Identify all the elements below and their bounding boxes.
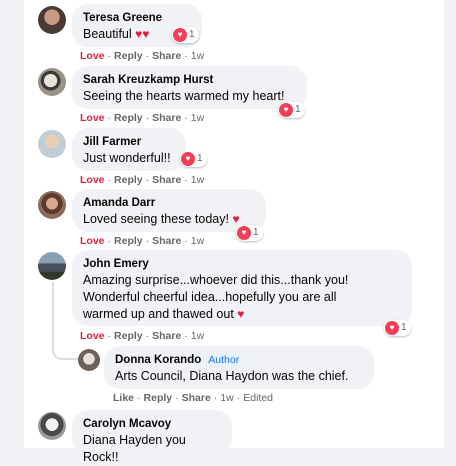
comment-bubble: Jill Farmer Just wonderful!! <box>72 128 186 171</box>
reply-button[interactable]: Reply <box>114 330 143 342</box>
avatar[interactable] <box>78 349 100 371</box>
comment-author[interactable]: Teresa Greene <box>83 11 191 26</box>
love-button[interactable]: Love <box>80 174 105 186</box>
avatar[interactable] <box>38 130 66 158</box>
share-button[interactable]: Share <box>152 174 181 186</box>
reply-text: Arts Council, Diana Haydon was the chief… <box>115 369 349 383</box>
comment-text-line: Amazing surprise...whoever did this...th… <box>83 273 349 287</box>
reply-button[interactable]: Reply <box>114 50 143 62</box>
comment-actions: Love · Reply · Share · 1w <box>80 50 205 62</box>
comment-bubble: Sarah Kreuzkamp Hurst Seeing the hearts … <box>72 66 307 109</box>
love-button[interactable]: Love <box>80 112 105 124</box>
love-reaction-icon: ♥ <box>181 152 195 166</box>
avatar[interactable] <box>38 191 66 219</box>
comment-actions: Love · Reply · Share · 1w <box>80 174 205 186</box>
heart-emoji-icon: ♥ <box>232 212 240 226</box>
reaction-count[interactable]: ♥ 1 <box>180 151 207 167</box>
author-badge: Author <box>205 353 243 367</box>
reply-author[interactable]: Donna Korando <box>115 354 201 366</box>
comment-actions: Love · Reply · Share · 1w <box>80 235 205 247</box>
love-reaction-icon: ♥ <box>385 321 399 335</box>
comment-text: Loved seeing these today! <box>83 212 229 226</box>
comment-bubble: Amanda Darr Loved seeing these today! ♥ <box>72 189 266 232</box>
comment-author[interactable]: Sarah Kreuzkamp Hurst <box>83 73 296 88</box>
reaction-count[interactable]: ♥ 1 <box>278 102 305 118</box>
comment-actions: Love · Reply · Share · 1w <box>80 330 205 342</box>
reply-thread-line <box>52 282 78 360</box>
love-reaction-icon: ♥ <box>237 226 251 240</box>
reply-button[interactable]: Reply <box>114 112 143 124</box>
comment-time[interactable]: 1w <box>191 235 204 247</box>
comment-time[interactable]: 1w <box>191 112 204 124</box>
comment-text-line: warmed up and thawed out <box>83 307 234 321</box>
comment-bubble: John Emery Amazing surprise...whoever di… <box>72 250 412 326</box>
comment-time[interactable]: 1w <box>191 330 204 342</box>
comment-author[interactable]: John Emery <box>83 257 401 272</box>
comment-text: Just wonderful!! <box>83 151 171 165</box>
share-button[interactable]: Share <box>182 392 211 404</box>
reaction-count[interactable]: ♥ 1 <box>384 320 411 336</box>
avatar[interactable] <box>38 412 66 440</box>
like-button[interactable]: Like <box>113 392 134 404</box>
comment-author[interactable]: Jill Farmer <box>83 135 175 150</box>
love-reaction-icon: ♥ <box>173 28 187 42</box>
comment-time[interactable]: 1w <box>191 50 204 62</box>
love-reaction-icon: ♥ <box>279 103 293 117</box>
comment-author[interactable]: Carolyn Mcavoy <box>83 417 221 432</box>
avatar[interactable] <box>38 252 66 280</box>
comment-actions: Love · Reply · Share · 1w <box>80 112 205 124</box>
reply-button[interactable]: Reply <box>114 174 143 186</box>
avatar[interactable] <box>38 68 66 96</box>
reply-actions: Like · Reply · Share · 1w · Edited <box>113 392 274 404</box>
heart-emoji-icon: ♥ <box>237 307 245 321</box>
reaction-count[interactable]: ♥ 1 <box>236 225 263 241</box>
comment-text: Seeing the hearts warmed my heart! <box>83 89 285 103</box>
avatar[interactable] <box>38 6 66 34</box>
reply-button[interactable]: Reply <box>144 392 173 404</box>
reply-bubble: Donna Korando Author Arts Council, Diana … <box>104 346 374 389</box>
comment-text-line: Wonderful cheerful idea...hopefully you … <box>83 290 337 304</box>
comment-time[interactable]: 1w <box>191 174 204 186</box>
love-button[interactable]: Love <box>80 50 105 62</box>
comment-text: Beautiful <box>83 27 132 41</box>
share-button[interactable]: Share <box>152 235 181 247</box>
comment-bubble: Carolyn Mcavoy Diana Hayden you Rock!! <box>72 410 232 464</box>
comments-panel: Teresa Greene Beautiful ♥♥ ♥ 1 Love · Reply… <box>24 0 444 464</box>
reply-time[interactable]: 1w <box>220 392 233 404</box>
edited-label[interactable]: Edited <box>243 392 273 404</box>
share-button[interactable]: Share <box>152 112 181 124</box>
share-button[interactable]: Share <box>152 330 181 342</box>
share-button[interactable]: Share <box>152 50 181 62</box>
comment-text: Diana Hayden you Rock!! <box>83 433 186 464</box>
love-button[interactable]: Love <box>80 235 105 247</box>
reply-button[interactable]: Reply <box>114 235 143 247</box>
heart-emoji-icon: ♥♥ <box>135 27 150 41</box>
comment-author[interactable]: Amanda Darr <box>83 196 255 211</box>
reaction-count[interactable]: ♥ 1 <box>172 27 199 43</box>
love-button[interactable]: Love <box>80 330 105 342</box>
